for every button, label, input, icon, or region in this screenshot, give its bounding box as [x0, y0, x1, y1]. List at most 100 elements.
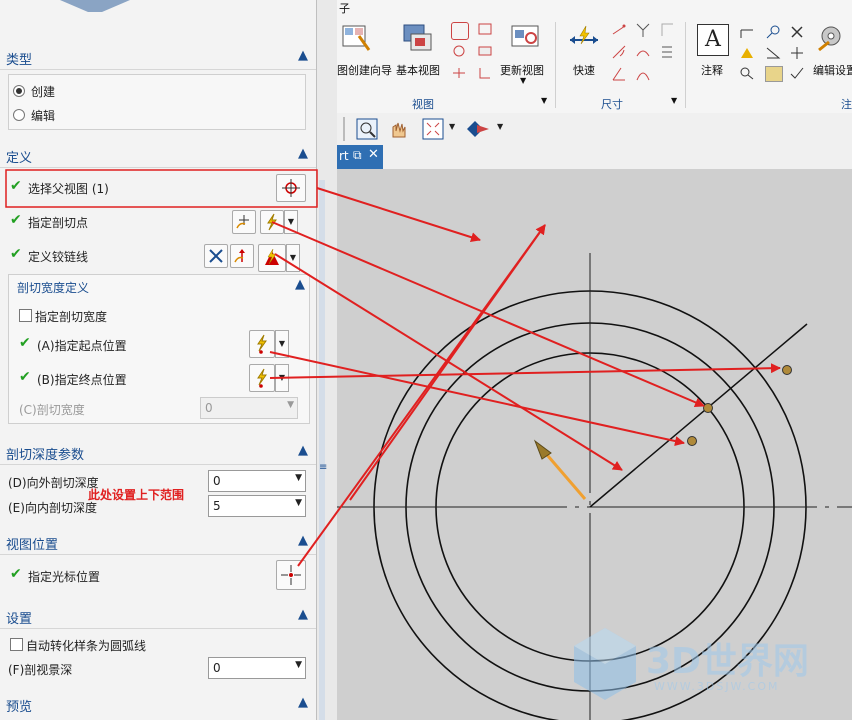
auto-convert-checkbox[interactable] — [10, 638, 23, 651]
pan-icon[interactable] — [387, 117, 411, 141]
render-style-icon[interactable] — [463, 117, 493, 141]
quick-dimension-icon[interactable] — [567, 24, 601, 54]
preview-section-header[interactable]: 预览 ▲ — [0, 692, 316, 716]
cut-width-group-title: 剖切宽度定义 — [17, 281, 90, 295]
arc-length-icon[interactable] — [635, 66, 651, 82]
quick-dimension-label[interactable]: 快速 — [573, 62, 595, 78]
radial-dim-icon[interactable] — [611, 44, 627, 60]
collapse-icon[interactable]: ▲ — [298, 48, 308, 63]
chevron-down-icon[interactable]: ▼ — [497, 122, 503, 131]
define-section-title: 定义 — [6, 151, 33, 166]
crosshair-select-button[interactable] — [276, 174, 306, 202]
collapse-icon[interactable]: ▲ — [298, 607, 308, 622]
close-icon[interactable]: ✕ — [368, 147, 379, 162]
reverse-direction-button[interactable] — [204, 244, 228, 268]
collapse-icon[interactable]: ▲ — [295, 277, 305, 292]
chamfer-dim-icon[interactable] — [635, 22, 651, 38]
section-view-icon[interactable] — [451, 44, 467, 58]
zoom-icon[interactable] — [739, 66, 755, 80]
angle-dim-icon[interactable] — [611, 66, 627, 82]
view-wizard-icon[interactable] — [341, 22, 371, 52]
type-section-header[interactable]: 类型 ▲ — [0, 45, 316, 70]
cursor-position-button[interactable] — [276, 560, 306, 590]
base-view-icon[interactable] — [401, 22, 433, 54]
image-icon[interactable] — [765, 66, 783, 82]
watermark: 3D世界网 WWW.3DSJW.COM — [570, 624, 850, 714]
partial-tab-label: 子 — [339, 2, 350, 15]
panel-splitter[interactable]: ≡ — [317, 0, 337, 720]
specify-width-label: 指定剖切宽度 — [35, 310, 108, 324]
cut-width-select[interactable]: 0 ▼ — [200, 397, 298, 419]
dialog-top-graphic — [60, 0, 130, 12]
fit-view-icon[interactable] — [421, 117, 445, 141]
view-position-header[interactable]: 视图位置 ▲ — [0, 530, 316, 555]
coordinate-dim-icon[interactable] — [659, 44, 675, 60]
edit-settings-label[interactable]: 编辑设置 — [813, 62, 852, 78]
linear-dim-icon[interactable] — [611, 22, 627, 38]
drawing-canvas[interactable]: 3D世界网 WWW.3DSJW.COM — [337, 169, 852, 723]
note-icon[interactable]: A — [697, 24, 729, 56]
collapse-icon[interactable]: ▲ — [298, 533, 308, 548]
radio-create-label: 创建 — [31, 85, 56, 99]
lightning-icon — [257, 334, 267, 354]
grip-icon[interactable]: ≡ — [319, 462, 327, 476]
start-point-dropdown[interactable]: ▼ — [275, 330, 289, 358]
document-tab-label: rt — [339, 149, 349, 163]
specify-cut-point-label: 指定剖切点 — [28, 216, 89, 230]
thickness-dim-icon[interactable] — [635, 44, 651, 60]
chevron-down-icon[interactable]: ▼ — [520, 76, 526, 85]
view-wizard-label[interactable]: 图创建向导 — [337, 62, 392, 78]
specify-width-checkbox[interactable] — [19, 309, 32, 322]
type-options-group: 创建 编辑 — [8, 74, 306, 130]
inward-depth-label: (E)向内剖切深度 — [8, 501, 97, 515]
detail-view-icon[interactable] — [477, 22, 493, 36]
symbol-icon[interactable] — [765, 24, 781, 40]
view-position-title: 视图位置 — [6, 538, 59, 553]
document-tab[interactable]: rt ⧉ ✕ — [337, 145, 383, 169]
surface-finish-icon[interactable] — [765, 46, 781, 60]
start-point-inferred-button[interactable] — [249, 330, 275, 358]
define-section-header[interactable]: 定义 ▲ — [0, 143, 316, 168]
outward-depth-select[interactable]: 0 ▼ — [208, 470, 306, 492]
broken-view-icon[interactable] — [451, 66, 467, 80]
chevron-down-icon: ▼ — [295, 660, 302, 670]
settings-section-header[interactable]: 设置 ▲ — [0, 604, 316, 629]
ordinate-dim-icon[interactable] — [659, 22, 675, 38]
inferred-point-button[interactable] — [260, 210, 284, 234]
feature-frame-icon[interactable] — [739, 26, 755, 40]
base-view-label[interactable]: 基本视图 — [396, 62, 440, 78]
depth-section-header[interactable]: 剖切深度参数 ▲ — [0, 440, 316, 465]
vector-dialog-button[interactable] — [230, 244, 254, 268]
collapse-icon[interactable]: ▲ — [298, 146, 308, 161]
tab-popout-icon[interactable]: ⧉ — [353, 148, 362, 163]
inward-depth-select[interactable]: 5 ▼ — [208, 495, 306, 517]
point-dialog-button[interactable] — [232, 210, 256, 234]
radio-create[interactable] — [13, 85, 25, 97]
group-menu-icon[interactable]: ▼ — [671, 96, 677, 105]
section-depth-select[interactable]: 0 ▼ — [208, 657, 306, 679]
half-section-icon[interactable] — [477, 66, 493, 80]
chevron-down-icon[interactable]: ▼ — [449, 122, 455, 131]
center-mark-icon[interactable] — [789, 46, 805, 60]
radio-edit[interactable] — [13, 109, 25, 121]
datum-icon[interactable] — [739, 46, 755, 60]
auxiliary-view-icon[interactable] — [477, 44, 493, 58]
projected-view-icon[interactable] — [451, 22, 469, 40]
zoom-fit-icon[interactable] — [355, 117, 379, 141]
check-icon: ✔ — [10, 212, 22, 228]
cross-icon[interactable] — [789, 24, 805, 40]
point-type-dropdown[interactable]: ▼ — [284, 210, 298, 234]
end-point-inferred-button[interactable] — [249, 364, 275, 392]
quick-toolbar: ▼ ▼ — [337, 113, 852, 146]
collapse-icon[interactable]: ▲ — [298, 695, 308, 710]
note-label[interactable]: 注释 — [701, 62, 723, 78]
group-menu-icon[interactable]: ▼ — [541, 96, 547, 105]
chevron-down-icon: ▼ — [295, 473, 302, 483]
update-view-icon[interactable] — [509, 22, 541, 54]
edit-settings-icon[interactable] — [815, 22, 849, 54]
vector-type-dropdown[interactable]: ▼ — [286, 244, 300, 272]
inferred-vector-button[interactable] — [258, 244, 286, 272]
weld-symbol-icon[interactable] — [789, 66, 805, 80]
end-point-dropdown[interactable]: ▼ — [275, 364, 289, 392]
collapse-icon[interactable]: ▲ — [298, 443, 308, 458]
